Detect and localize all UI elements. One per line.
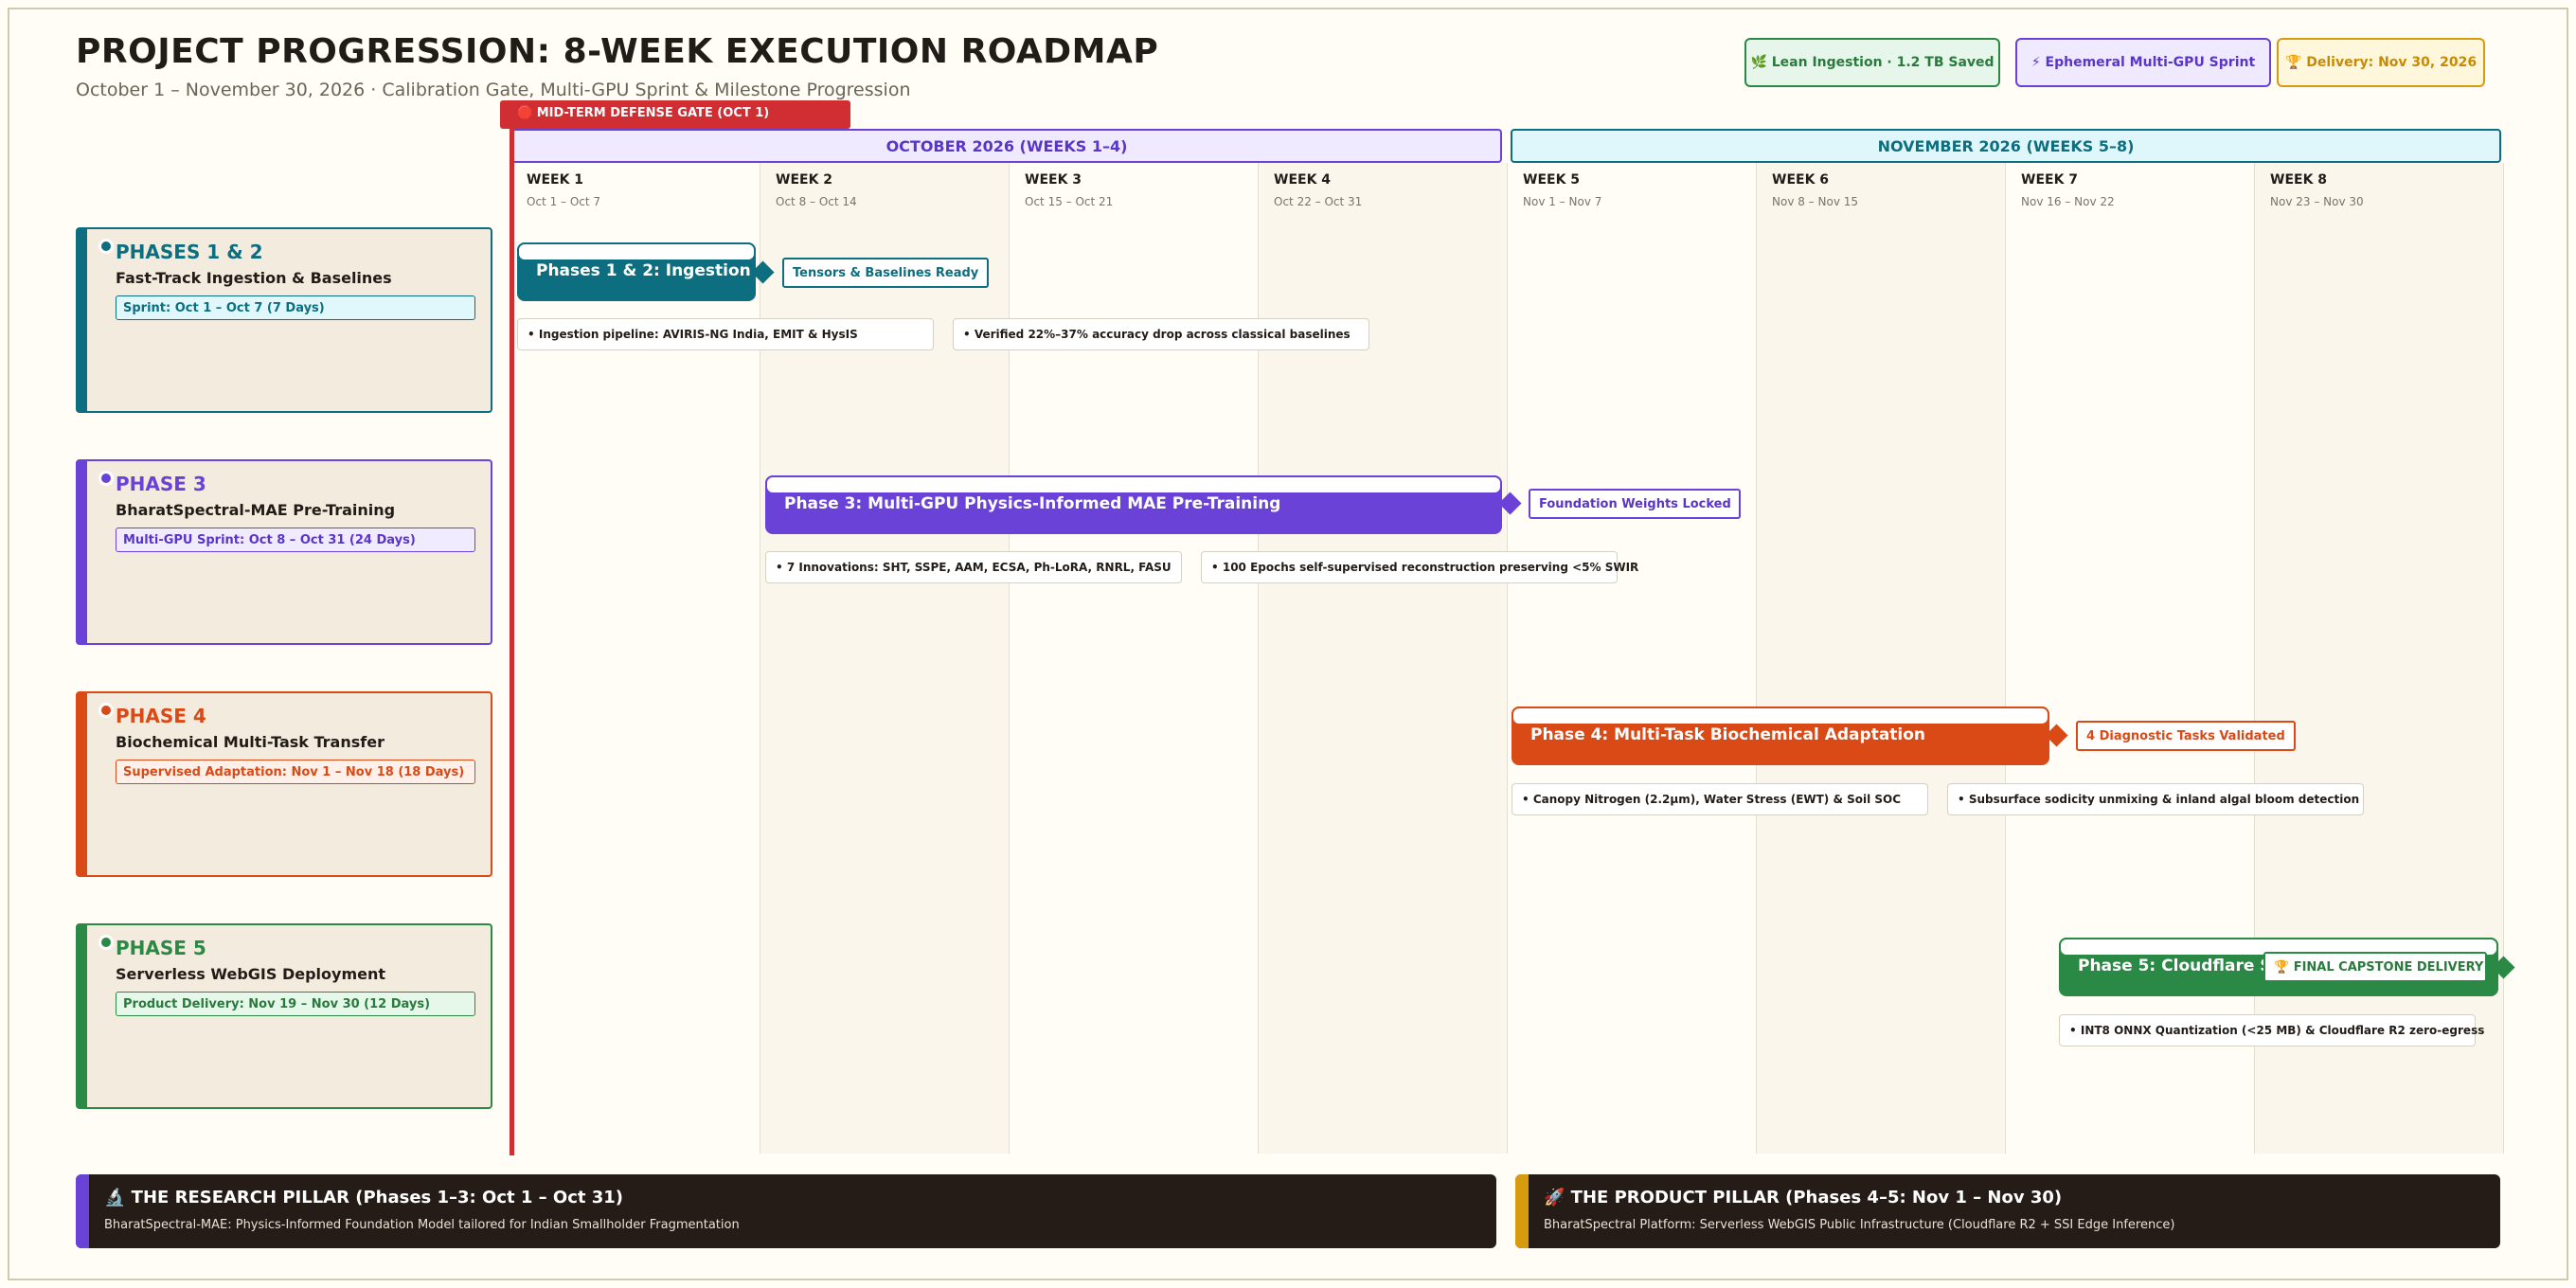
bar-top-edge xyxy=(517,242,756,261)
phase-title: PHASE 5 xyxy=(116,937,206,959)
week-label: WEEK 4 xyxy=(1274,172,1332,188)
phase-bar-3[interactable]: Phase 3: Multi-GPU Physics-Informed MAE … xyxy=(765,475,1502,534)
milestone-label: Foundation Weights Locked xyxy=(1529,489,1741,519)
phase-bar-1-2[interactable]: Phases 1 & 2: Ingestion & Baselines xyxy=(517,242,756,301)
phase-subtitle: Serverless WebGIS Deployment xyxy=(116,965,386,983)
week-label: WEEK 5 xyxy=(1523,172,1581,188)
phase-bar-label: Phases 1 & 2: Ingestion & Baselines xyxy=(536,261,752,280)
week-label: WEEK 7 xyxy=(2021,172,2079,188)
phase-card-1-2: PHASES 1 & 2 Fast-Track Ingestion & Base… xyxy=(76,227,492,413)
phase-dot-icon xyxy=(98,471,114,486)
month-header-october: OCTOBER 2026 (WEEKS 1–4) xyxy=(511,129,1502,163)
bar-top-edge xyxy=(1512,707,2049,725)
week-label: WEEK 8 xyxy=(2270,172,2328,188)
phase-card-4: PHASE 4 Biochemical Multi-Task Transfer … xyxy=(76,691,492,877)
pillar-subtitle: BharatSpectral-MAE: Physics-Informed Fou… xyxy=(104,1218,740,1232)
pillar-accent xyxy=(1515,1174,1529,1248)
pillar-subtitle: BharatSpectral Platform: Serverless WebG… xyxy=(1544,1218,2175,1232)
phase-note: • Verified 22%–37% accuracy drop across … xyxy=(953,318,1369,350)
page-subtitle: October 1 – November 30, 2026 · Calibrat… xyxy=(76,80,911,100)
phase-sprint-badge: Multi-GPU Sprint: Oct 8 – Oct 31 (24 Day… xyxy=(116,528,475,552)
phase-title: PHASE 4 xyxy=(116,705,206,727)
week-dates: Nov 1 – Nov 7 xyxy=(1523,195,1602,208)
phase-dot-icon xyxy=(98,703,114,718)
week-column xyxy=(1508,163,1757,1154)
phase-subtitle: BharatSpectral-MAE Pre-Training xyxy=(116,501,396,519)
multi-gpu-sprint-tag: ⚡ Ephemeral Multi-GPU Sprint xyxy=(2015,38,2271,87)
phase-note: • Subsurface sodicity unmixing & inland … xyxy=(1947,783,2364,815)
phase-title: PHASES 1 & 2 xyxy=(116,241,263,263)
pillar-title: 🚀 THE PRODUCT PILLAR (Phases 4–5: Nov 1 … xyxy=(1544,1188,2063,1208)
week-column xyxy=(760,163,1010,1154)
week-dates: Oct 8 – Oct 14 xyxy=(776,195,857,208)
phase-dot-icon xyxy=(98,935,114,950)
page-title: PROJECT PROGRESSION: 8-WEEK EXECUTION RO… xyxy=(76,32,1159,71)
phase-subtitle: Biochemical Multi-Task Transfer xyxy=(116,733,385,751)
research-pillar-banner: 🔬 THE RESEARCH PILLAR (Phases 1–3: Oct 1… xyxy=(76,1174,1496,1248)
phase-title: PHASE 3 xyxy=(116,473,206,495)
defense-gate-label: 🛑 MID-TERM DEFENSE GATE (OCT 1) xyxy=(500,100,850,129)
phase-subtitle: Fast-Track Ingestion & Baselines xyxy=(116,269,392,287)
milestone-label: Tensors & Baselines Ready xyxy=(782,258,989,288)
week-label: WEEK 3 xyxy=(1025,172,1082,188)
week-column xyxy=(511,163,760,1154)
phase-note: • Ingestion pipeline: AVIRIS-NG India, E… xyxy=(517,318,934,350)
phase-bar-label: Phase 4: Multi-Task Biochemical Adaptati… xyxy=(1530,725,1926,744)
phase-dot-icon xyxy=(98,239,114,254)
pillar-title: 🔬 THE RESEARCH PILLAR (Phases 1–3: Oct 1… xyxy=(104,1188,624,1208)
phase-sprint-badge: Supervised Adaptation: Nov 1 – Nov 18 (1… xyxy=(116,760,475,784)
week-column xyxy=(1010,163,1259,1154)
week-column xyxy=(1259,163,1508,1154)
week-label: WEEK 1 xyxy=(527,172,584,188)
week-dates: Oct 15 – Oct 21 xyxy=(1025,195,1114,208)
phase-note: • INT8 ONNX Quantization (<25 MB) & Clou… xyxy=(2059,1014,2484,1046)
defense-gate-line xyxy=(510,129,514,1155)
pillar-accent xyxy=(76,1174,89,1248)
phase-bar-4[interactable]: Phase 4: Multi-Task Biochemical Adaptati… xyxy=(1512,707,2049,765)
week-column xyxy=(2255,163,2504,1154)
phase-sprint-badge: Sprint: Oct 1 – Oct 7 (7 Days) xyxy=(116,295,475,320)
lean-ingestion-tag: 🌿 Lean Ingestion · 1.2 TB Saved xyxy=(1744,38,2000,87)
phase-card-5: PHASE 5 Serverless WebGIS Deployment Pro… xyxy=(76,923,492,1109)
week-column xyxy=(2006,163,2255,1154)
week-dates: Nov 16 – Nov 22 xyxy=(2021,195,2115,208)
phase-card-3: PHASE 3 BharatSpectral-MAE Pre-Training … xyxy=(76,459,492,645)
milestone-label: 🏆 FINAL CAPSTONE DELIVERY xyxy=(2263,952,2487,982)
milestone-label: 4 Diagnostic Tasks Validated xyxy=(2076,721,2296,751)
week-dates: Nov 8 – Nov 15 xyxy=(1772,195,1859,208)
product-pillar-banner: 🚀 THE PRODUCT PILLAR (Phases 4–5: Nov 1 … xyxy=(1515,1174,2500,1248)
week-column xyxy=(1757,163,2006,1154)
week-dates: Nov 23 – Nov 30 xyxy=(2270,195,2364,208)
phase-note: • 7 Innovations: SHT, SSPE, AAM, ECSA, P… xyxy=(765,551,1182,583)
phase-note: • 100 Epochs self-supervised reconstruct… xyxy=(1201,551,1638,583)
phase-note: • Canopy Nitrogen (2.2μm), Water Stress … xyxy=(1512,783,1928,815)
phase-bar-label: Phase 5: Cloudflare SSI Edge Deployment xyxy=(2078,957,2267,975)
delivery-date-tag: 🏆 Delivery: Nov 30, 2026 xyxy=(2277,38,2485,87)
month-header-november: NOVEMBER 2026 (WEEKS 5–8) xyxy=(1511,129,2501,163)
week-dates: Oct 1 – Oct 7 xyxy=(527,195,601,208)
phase-bar-label: Phase 3: Multi-GPU Physics-Informed MAE … xyxy=(784,494,1281,513)
week-dates: Oct 22 – Oct 31 xyxy=(1274,195,1363,208)
week-label: WEEK 6 xyxy=(1772,172,1830,188)
week-label: WEEK 2 xyxy=(776,172,833,188)
phase-sprint-badge: Product Delivery: Nov 19 – Nov 30 (12 Da… xyxy=(116,992,475,1016)
bar-top-edge xyxy=(765,475,1502,494)
